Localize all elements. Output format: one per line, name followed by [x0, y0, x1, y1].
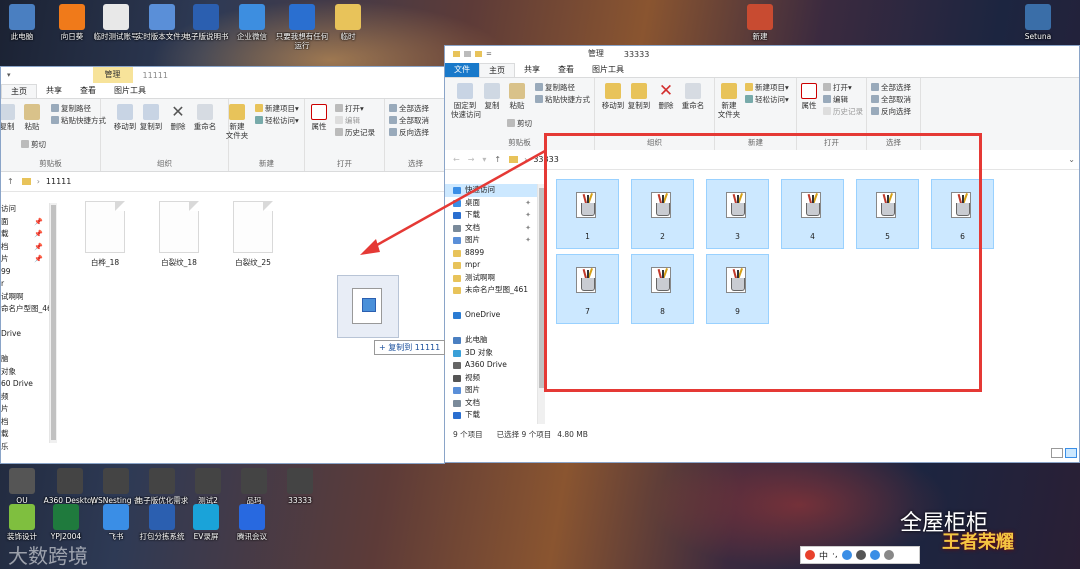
game-logo: 王者荣耀 [942, 532, 1014, 553]
drag-ghost-badge [362, 298, 376, 312]
ime-toolbar: 中 ·, [800, 546, 920, 564]
ime-mode[interactable]: 中 [819, 549, 828, 562]
emoji-icon[interactable] [841, 550, 852, 560]
drag-arrow [360, 149, 546, 255]
keyboard-icon[interactable] [855, 550, 866, 560]
drag-ghost [337, 275, 399, 338]
drag-arrow-head [360, 239, 380, 255]
mic-icon[interactable] [869, 550, 880, 560]
ime-punct[interactable]: ·, [832, 550, 838, 560]
watermark-left: 大数跨境 [8, 544, 88, 568]
drag-tooltip: + 复制到 11111 [374, 340, 446, 355]
sogou-icon[interactable] [805, 550, 815, 560]
drag-arrow-line [367, 149, 546, 252]
settings-icon[interactable] [883, 550, 894, 560]
